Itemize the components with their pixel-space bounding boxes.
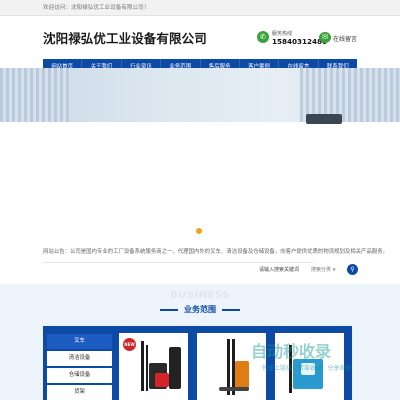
message-link[interactable]: 在线留言 [333, 34, 357, 43]
search-icon[interactable]: ⚲ [347, 264, 358, 275]
welcome-text: 欢迎访问：沈阳禄弘优工业设备有限公司！ [43, 5, 150, 11]
product-card[interactable]: NEW [119, 333, 188, 400]
section-title-text: 业务范围 [184, 305, 216, 314]
slider-dot[interactable] [196, 228, 202, 234]
forklift-mast [146, 345, 148, 391]
category-item-cleaning[interactable]: 清洁设备 [47, 351, 112, 366]
site-logo[interactable]: 沈阳禄弘优工业设备有限公司 [43, 28, 207, 47]
section-bg-title: BUSINESS [170, 290, 230, 301]
phone-icon: ✆ [257, 31, 269, 43]
search-category-select[interactable]: 搜索分类 ▼ [311, 266, 336, 273]
category-item-storage[interactable]: 仓储设备 [47, 368, 112, 383]
search-input[interactable]: 请输入搜索关键词 [259, 266, 299, 273]
hero-banner [0, 68, 400, 240]
watermark-text: 自动秒收录 [251, 342, 332, 361]
site-notice: 网站公告：公司是国内专业的工厂设备系统服务商之一，代理国内外的叉车、清洁设备及仓… [43, 249, 389, 255]
banner-forklift-image [306, 114, 342, 124]
banner-building-left [0, 68, 70, 122]
message-icon[interactable]: ✉ [319, 32, 331, 43]
new-badge: NEW [123, 338, 136, 351]
divider [43, 262, 313, 263]
section-title: 业务范围 [0, 304, 400, 315]
title-bar-right [222, 308, 240, 311]
forklift-image [169, 347, 181, 389]
forklift-mast [141, 341, 144, 391]
category-item-forklift[interactable]: 叉车 [47, 334, 112, 349]
phone-label: 服务热线 [272, 31, 293, 37]
forklift-accent [155, 373, 169, 387]
forklift-forks [219, 387, 249, 391]
category-item-shelves[interactable]: 货架 [47, 385, 112, 400]
search-category-label: 搜索分类 [311, 267, 332, 273]
category-list: 叉车 清洁设备 仓储设备 货架 [47, 334, 112, 400]
top-bar: 欢迎访问：沈阳禄弘优工业设备有限公司！ [0, 0, 400, 16]
watermark-subtitle: 快速上链接 · 精准收录 · 分享收录 [262, 365, 352, 372]
chevron-down-icon: ▼ [332, 267, 336, 272]
title-bar-left [160, 308, 178, 311]
